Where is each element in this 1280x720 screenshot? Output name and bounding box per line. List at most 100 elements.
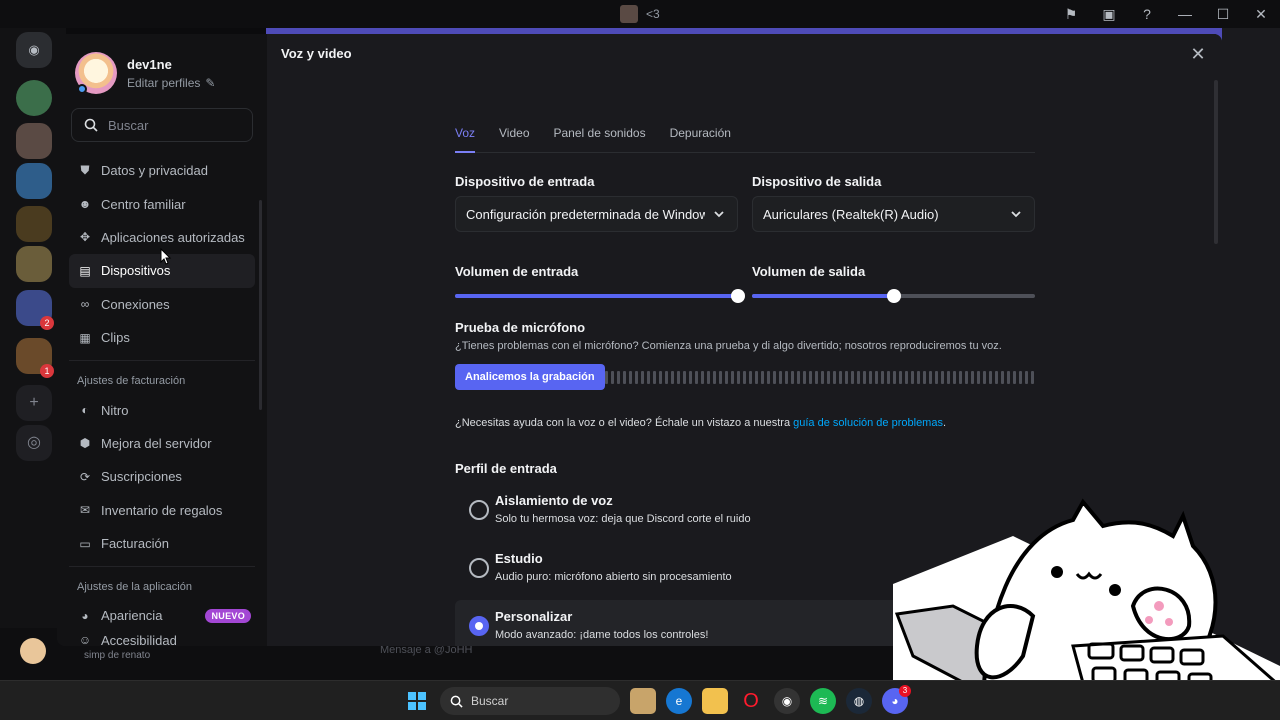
output-device-select[interactable]: Auriculares (Realtek(R) Audio) xyxy=(752,196,1035,232)
minimize-icon[interactable]: — xyxy=(1166,6,1204,22)
meter-bar xyxy=(701,371,704,384)
sidebar-scrollbar[interactable] xyxy=(259,200,262,410)
meter-bar xyxy=(857,371,860,384)
meter-bar xyxy=(785,371,788,384)
nav-item-label: Datos y privacidad xyxy=(101,163,208,179)
meter-bar xyxy=(995,371,998,384)
nav-item-appearance[interactable]: ◕ Apariencia NUEVO xyxy=(69,599,255,632)
search-input[interactable] xyxy=(108,117,228,133)
obs-icon[interactable]: ◉ xyxy=(774,688,800,714)
output-volume-slider[interactable] xyxy=(752,289,1035,303)
settings-search[interactable] xyxy=(71,108,253,142)
option-description: Modo avanzado: ¡dame todos los controles… xyxy=(495,629,709,641)
maximize-icon[interactable]: ☐ xyxy=(1204,6,1242,23)
meter-bar xyxy=(977,371,980,384)
window-title-area: <3 xyxy=(620,5,660,23)
edit-profiles-link[interactable]: Editar perfiles ✎ xyxy=(127,76,215,90)
tab-soundboard[interactable]: Panel de sonidos xyxy=(554,126,646,153)
add-server-icon[interactable]: + xyxy=(16,385,52,421)
steam-icon[interactable]: ◍ xyxy=(846,688,872,714)
window-close-icon[interactable]: ✕ xyxy=(1242,6,1280,23)
avatar[interactable] xyxy=(75,52,117,94)
input-volume-slider[interactable] xyxy=(455,289,745,303)
server-icon[interactable] xyxy=(16,246,52,282)
opera-gx-icon[interactable]: O xyxy=(738,688,764,714)
profile-header[interactable]: dev1ne Editar perfiles ✎ xyxy=(75,52,215,94)
nav-item-nitro[interactable]: ◐ Nitro xyxy=(69,393,255,426)
tab-debug[interactable]: Depuración xyxy=(670,126,731,153)
nav-item-clips[interactable]: ▦ Clips xyxy=(69,321,255,354)
widgets-icon[interactable] xyxy=(630,688,656,714)
meter-bar xyxy=(719,371,722,384)
meter-bar xyxy=(881,371,884,384)
nav-item-gift-inventory[interactable]: ✉ Inventario de regalos xyxy=(69,494,255,527)
nav-item-label: Facturación xyxy=(101,536,169,552)
meter-bar xyxy=(659,371,662,384)
edge-icon[interactable]: e xyxy=(666,688,692,714)
server-icon[interactable] xyxy=(16,163,52,199)
meter-bar xyxy=(611,371,614,384)
content-scrollbar[interactable] xyxy=(1214,80,1218,244)
nav-item-subscriptions[interactable]: ⟳ Suscripciones xyxy=(69,460,255,493)
meter-bar xyxy=(743,371,746,384)
nav-item-family-center[interactable]: ☻ Centro familiar xyxy=(69,187,255,220)
shield-icon: ⛊ xyxy=(80,163,90,178)
nav-item-privacy[interactable]: ⛊ Datos y privacidad xyxy=(69,154,255,187)
meter-bar xyxy=(863,371,866,384)
nav-item-server-boost[interactable]: ⬢ Mejora del servidor xyxy=(69,427,255,460)
option-title: Estudio xyxy=(495,551,543,566)
close-icon[interactable]: ✕ xyxy=(1188,44,1208,64)
username: dev1ne xyxy=(127,56,172,72)
windows-start-icon[interactable] xyxy=(404,688,430,714)
radio-button[interactable] xyxy=(469,558,489,578)
taskbar-icons: Buscar e O ◉ ≋ ◍ ◕ 3 xyxy=(404,685,911,715)
avatar[interactable] xyxy=(20,638,46,664)
meter-bar xyxy=(629,371,632,384)
input-profile-label: Perfil de entrada xyxy=(455,461,557,476)
troubleshooting-link[interactable]: guía de solución de problemas xyxy=(793,417,943,429)
nitro-icon: ◐ xyxy=(81,403,89,418)
discord-taskbar-icon[interactable]: ◕ 3 xyxy=(882,685,911,714)
nav-item-connections[interactable]: ∞ Conexiones xyxy=(69,288,255,321)
inbox-icon[interactable]: ⚑ xyxy=(1052,6,1090,23)
page-title: Voz y video xyxy=(281,46,352,61)
window-thumbnail xyxy=(620,5,638,23)
taskbar-search-label: Buscar xyxy=(471,694,509,708)
radio-button[interactable] xyxy=(469,616,489,636)
window-controls: ⚑ ▣ ? — ☐ ✕ xyxy=(1052,0,1280,28)
meter-bar xyxy=(1025,371,1028,384)
nav-item-accessibility[interactable]: ☺ Accesibilidad xyxy=(69,633,255,646)
nav-item-billing[interactable]: ▭ Facturación xyxy=(69,527,255,560)
meter-bar xyxy=(851,371,854,384)
mic-test-button[interactable]: Analicemos la grabación xyxy=(455,364,605,390)
slider-handle[interactable] xyxy=(886,289,901,303)
nav-item-label: Mejora del servidor xyxy=(101,435,212,451)
server-icon[interactable] xyxy=(16,80,52,116)
meter-bar xyxy=(827,371,830,384)
slider-handle[interactable] xyxy=(731,289,745,303)
meter-bar xyxy=(911,371,914,384)
help-text: ¿Necesitas ayuda con la voz o el video? … xyxy=(455,417,946,429)
server-icon[interactable] xyxy=(16,123,52,159)
input-device-select[interactable]: Configuración predeterminada de Windows xyxy=(455,196,738,232)
radio-button[interactable] xyxy=(469,500,489,520)
file-explorer-icon[interactable] xyxy=(702,688,728,714)
tab-voice[interactable]: Voz xyxy=(455,126,476,153)
taskbar-search[interactable]: Buscar xyxy=(440,687,620,715)
palette-icon: ◕ xyxy=(81,608,89,623)
meter-bar xyxy=(1007,371,1010,384)
search-icon xyxy=(450,695,463,708)
spotify-icon[interactable]: ≋ xyxy=(810,688,836,714)
server-icon[interactable] xyxy=(16,206,52,242)
discover-icon[interactable]: ◎ xyxy=(16,425,52,461)
search-icon xyxy=(84,118,98,132)
output-device-value: Auriculares (Realtek(R) Audio) xyxy=(763,206,939,222)
discord-home-icon[interactable]: ◉ xyxy=(16,32,52,68)
discord-notification-badge: 3 xyxy=(899,685,911,697)
output-device-label: Dispositivo de salida xyxy=(752,174,882,189)
nav-item-label: Accesibilidad xyxy=(101,632,177,646)
help-icon[interactable]: ? xyxy=(1128,6,1166,22)
screen-icon[interactable]: ▣ xyxy=(1090,6,1128,23)
tab-video[interactable]: Video xyxy=(499,126,529,153)
meter-bar xyxy=(845,371,848,384)
